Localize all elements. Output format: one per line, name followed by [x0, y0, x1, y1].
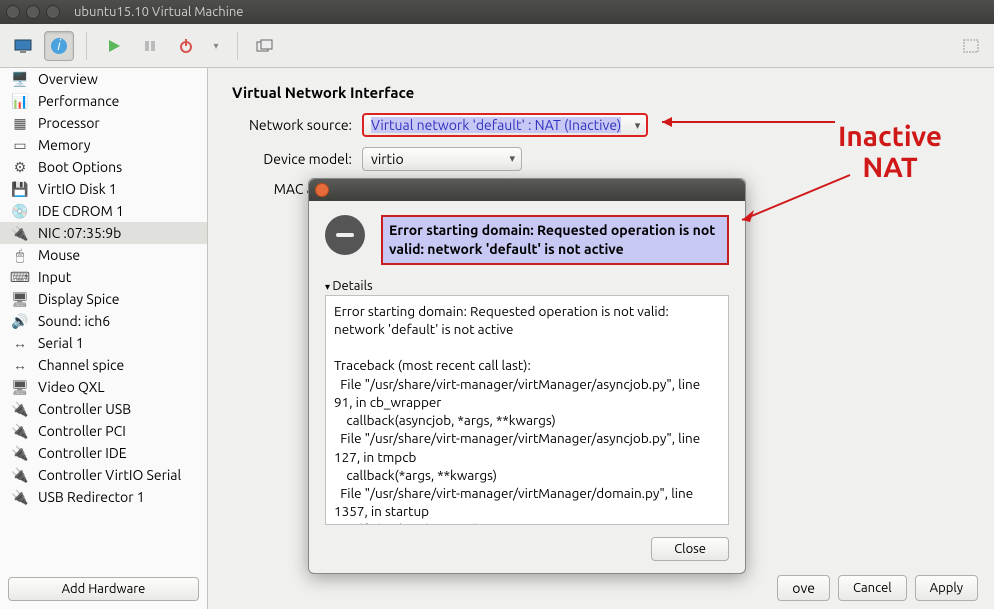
console-view-button[interactable] [8, 31, 38, 61]
sidebar-item-label: Boot Options [38, 159, 122, 175]
sidebar-item-icon: 🖥️ [10, 71, 30, 87]
svg-text:i: i [57, 37, 61, 53]
vm-shutdown-button[interactable] [171, 31, 201, 61]
sidebar-item-label: Channel spice [38, 357, 124, 373]
fullscreen-button[interactable] [956, 31, 986, 61]
window-close-button[interactable] [6, 5, 20, 19]
sidebar-item-controller-pci[interactable]: 🔌 Controller PCI [0, 420, 207, 442]
vm-pause-button[interactable] [135, 31, 165, 61]
sidebar-item-icon: 💿 [10, 203, 30, 219]
sidebar-item-overview[interactable]: 🖥️ Overview [0, 68, 207, 90]
shutdown-menu-button[interactable]: ▾ [207, 31, 225, 61]
device-model-value: virtio [371, 151, 404, 167]
sidebar-item-icon: 🔌 [10, 423, 30, 439]
vm-run-button[interactable] [99, 31, 129, 61]
network-source-label: Network source: [232, 117, 352, 133]
sidebar-item-icon: 📊 [10, 93, 30, 109]
window-titlebar: ubuntu15.10 Virtual Machine [0, 0, 994, 24]
sidebar-item-label: Controller PCI [38, 423, 126, 439]
sidebar-item-icon: ▭ [10, 137, 30, 153]
toolbar: i ▾ [0, 24, 994, 68]
sidebar-item-ide-cdrom-1[interactable]: 💿 IDE CDROM 1 [0, 200, 207, 222]
remove-button[interactable]: ove [777, 575, 830, 601]
sidebar-item-label: Controller VirtIO Serial [38, 467, 181, 483]
dialog-close-button[interactable]: Close [651, 537, 729, 561]
sidebar-item-icon: 🔊 [10, 313, 30, 329]
error-icon [325, 215, 365, 255]
sidebar-item-label: Memory [38, 137, 91, 153]
sidebar-item-usb-redirector-1[interactable]: 🔌 USB Redirector 1 [0, 486, 207, 508]
hardware-list: 🖥️ Overview 📊 Performance ▦ Processor ▭ Memory ⚙… [0, 68, 207, 569]
sidebar-item-label: Performance [38, 93, 119, 109]
details-view-button[interactable]: i [44, 31, 74, 61]
sidebar-item-icon: ⚙ [10, 159, 30, 175]
sidebar-item-memory[interactable]: ▭ Memory [0, 134, 207, 156]
sidebar-item-serial-1[interactable]: ↔ Serial 1 [0, 332, 207, 354]
dialog-titlebar [309, 179, 745, 201]
sidebar-item-input[interactable]: ⌨ Input [0, 266, 207, 288]
sidebar-item-label: Input [38, 269, 71, 285]
sidebar-item-display-spice[interactable]: 🖥 Display Spice [0, 288, 207, 310]
cancel-button[interactable]: Cancel [838, 575, 907, 601]
sidebar-item-video-qxl[interactable]: 🖥 Video QXL [0, 376, 207, 398]
sidebar-item-processor[interactable]: ▦ Processor [0, 112, 207, 134]
network-source-combo[interactable]: Virtual network 'default' : NAT (Inactiv… [362, 113, 648, 137]
device-model-label: Device model: [232, 151, 352, 167]
sidebar-item-label: IDE CDROM 1 [38, 203, 124, 219]
sidebar-item-icon: 🔌 [10, 489, 30, 505]
sidebar-item-label: Controller IDE [38, 445, 127, 461]
add-hardware-button[interactable]: Add Hardware [8, 577, 199, 601]
apply-button[interactable]: Apply [915, 575, 978, 601]
traceback-text[interactable]: Error starting domain: Requested operati… [325, 295, 729, 525]
sidebar-item-label: Sound: ich6 [38, 313, 110, 329]
sidebar-item-icon: 🖥 [10, 291, 30, 307]
sidebar-item-nic-07-35-9b[interactable]: 🔌 NIC :07:35:9b [0, 222, 207, 244]
error-dialog: Error starting domain: Requested operati… [308, 178, 746, 574]
sidebar-item-icon: ↔ [10, 357, 30, 373]
sidebar-item-icon: 🔌 [10, 445, 30, 461]
snapshots-button[interactable] [250, 31, 280, 61]
error-message: Error starting domain: Requested operati… [381, 215, 729, 265]
sidebar-item-label: Mouse [38, 247, 80, 263]
sidebar-item-icon: 💾 [10, 181, 30, 197]
details-section: Details Error starting domain: Requested… [325, 277, 729, 525]
sidebar-item-icon: ⌨ [10, 269, 30, 285]
sidebar-item-icon: 🖥 [10, 379, 30, 395]
sidebar-item-icon: 🔌 [10, 225, 30, 241]
sidebar-item-icon: ↔ [10, 335, 30, 351]
sidebar-item-mouse[interactable]: 🖱 Mouse [0, 244, 207, 266]
window-maximize-button[interactable] [46, 5, 60, 19]
sidebar-item-label: NIC :07:35:9b [38, 225, 121, 241]
dialog-close-icon[interactable] [315, 183, 329, 197]
sidebar-item-label: Display Spice [38, 291, 120, 307]
panel-heading: Virtual Network Interface [232, 84, 970, 101]
window-minimize-button[interactable] [26, 5, 40, 19]
sidebar-item-icon: 🔌 [10, 401, 30, 417]
sidebar-item-sound-ich6[interactable]: 🔊 Sound: ich6 [0, 310, 207, 332]
sidebar-item-label: Controller USB [38, 401, 131, 417]
sidebar-item-performance[interactable]: 📊 Performance [0, 90, 207, 112]
sidebar-item-controller-ide[interactable]: 🔌 Controller IDE [0, 442, 207, 464]
details-toggle[interactable]: Details [325, 277, 729, 295]
sidebar-item-icon: 🔌 [10, 467, 30, 483]
sidebar-item-virtio-disk-1[interactable]: 💾 VirtIO Disk 1 [0, 178, 207, 200]
sidebar-item-icon: ▦ [10, 115, 30, 131]
window-title: ubuntu15.10 Virtual Machine [74, 5, 243, 19]
hardware-sidebar: 🖥️ Overview 📊 Performance ▦ Processor ▭ Memory ⚙… [0, 68, 208, 609]
sidebar-item-label: USB Redirector 1 [38, 489, 145, 505]
sidebar-item-boot-options[interactable]: ⚙ Boot Options [0, 156, 207, 178]
device-model-combo[interactable]: virtio [362, 147, 522, 171]
sidebar-item-controller-virtio-serial[interactable]: 🔌 Controller VirtIO Serial [0, 464, 207, 486]
sidebar-item-icon: 🖱 [10, 247, 30, 263]
sidebar-item-controller-usb[interactable]: 🔌 Controller USB [0, 398, 207, 420]
sidebar-item-channel-spice[interactable]: ↔ Channel spice [0, 354, 207, 376]
sidebar-item-label: Processor [38, 115, 100, 131]
sidebar-item-label: Video QXL [38, 379, 104, 395]
sidebar-item-label: VirtIO Disk 1 [38, 181, 117, 197]
sidebar-item-label: Overview [38, 71, 98, 87]
sidebar-item-label: Serial 1 [38, 335, 84, 351]
network-source-value: Virtual network 'default' : NAT (Inactiv… [371, 117, 621, 133]
